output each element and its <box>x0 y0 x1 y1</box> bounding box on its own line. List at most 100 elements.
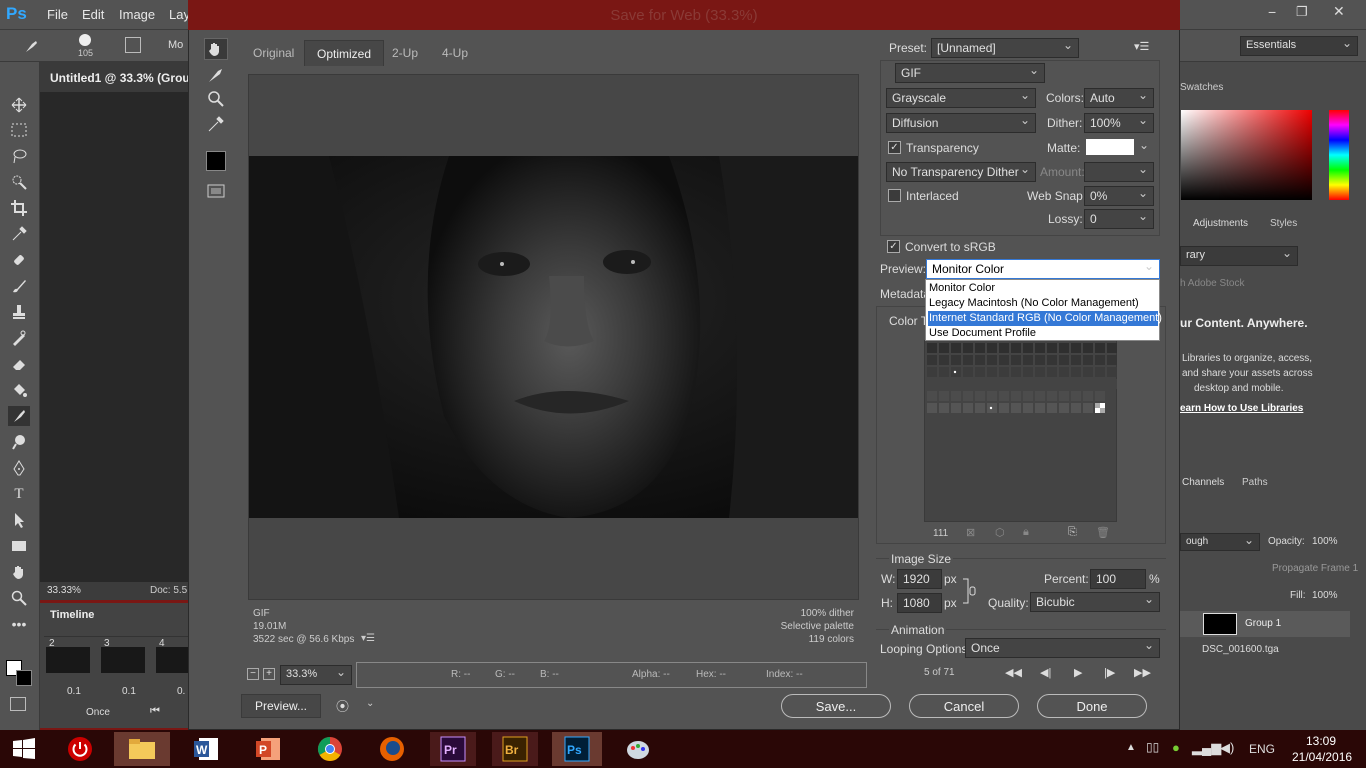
power-app-icon[interactable] <box>60 732 100 766</box>
dialog-hand-tool-icon[interactable] <box>204 38 228 60</box>
path-select-tool-icon[interactable] <box>8 510 30 530</box>
tray-network-icon[interactable]: ▂▄▆ <box>1192 740 1221 756</box>
adjustments-tab[interactable]: Adjustments <box>1193 218 1248 229</box>
crop-tool-icon[interactable] <box>8 198 30 218</box>
tray-security-icon[interactable]: ● <box>1172 740 1180 755</box>
quality-select[interactable]: Bicubic <box>1030 592 1160 612</box>
channels-tab[interactable]: Channels <box>1182 477 1224 488</box>
move-tool-icon[interactable] <box>8 95 30 115</box>
photoshop-taskbar-icon[interactable]: Ps <box>552 732 602 766</box>
first-frame-button-icon[interactable]: ◀◀ <box>1005 666 1022 679</box>
tab-optimized[interactable]: Optimized <box>304 40 385 66</box>
menu-layer[interactable]: Lay <box>169 7 190 22</box>
close-button[interactable]: ✕ <box>1333 3 1345 20</box>
healing-brush-tool-icon[interactable] <box>8 250 30 270</box>
bridge-icon[interactable]: Br <box>492 732 538 766</box>
play-button-icon[interactable]: ▶ <box>1074 666 1082 679</box>
tab-original[interactable]: Original <box>241 40 306 66</box>
brush-tool-icon[interactable] <box>8 276 30 296</box>
language-indicator[interactable]: ENG <box>1249 742 1275 756</box>
layer-name[interactable]: DSC_001600.tga <box>1202 644 1279 655</box>
blend-mode-select[interactable]: ough <box>1180 533 1260 551</box>
lock-color-icon[interactable]: 🔒︎ <box>1023 526 1029 539</box>
frame-delay[interactable]: 0.1 <box>122 686 136 697</box>
last-frame-button-icon[interactable]: ▶▶ <box>1134 666 1151 679</box>
slice-select-tool-icon[interactable] <box>206 66 226 84</box>
rectangle-tool-icon[interactable] <box>8 536 30 556</box>
matte-chevron-icon[interactable]: ⌄ <box>1139 138 1149 152</box>
matte-color-swatch[interactable] <box>1086 139 1134 155</box>
optimized-image-preview[interactable] <box>249 156 858 518</box>
layer-mask-thumbnail[interactable] <box>1203 613 1237 635</box>
zoom-level-select[interactable]: 33.3% <box>280 665 352 685</box>
preview-button[interactable]: Preview... <box>241 694 321 718</box>
option-use-document-profile[interactable]: Use Document Profile <box>928 326 1158 341</box>
brush-panel-icon[interactable] <box>125 37 141 53</box>
tray-chevron-icon[interactable]: ▲ <box>1126 742 1136 753</box>
dialog-eyedropper-tool-icon[interactable] <box>206 115 226 133</box>
frame-delay[interactable]: 0. <box>177 686 188 697</box>
shift-to-web-palette-icon[interactable]: ⬡ <box>995 526 1005 539</box>
percent-field[interactable]: 100 <box>1090 569 1146 589</box>
format-select[interactable]: GIF <box>895 63 1045 83</box>
new-color-icon[interactable]: ⎘ <box>1068 526 1077 539</box>
styles-tab[interactable]: Styles <box>1270 218 1297 229</box>
chrome-icon[interactable] <box>310 732 350 766</box>
preview-options-dropdown[interactable]: Monitor Color Legacy Macintosh (No Color… <box>925 279 1162 341</box>
option-monitor-color[interactable]: Monitor Color <box>928 281 1158 296</box>
delete-color-icon[interactable]: 🗑︎ <box>1096 526 1110 539</box>
color-table-grid[interactable] <box>924 340 1117 522</box>
powerpoint-icon[interactable]: P <box>248 732 288 766</box>
lasso-tool-icon[interactable] <box>8 146 30 166</box>
frame-thumbnail[interactable] <box>101 647 145 673</box>
layer-name[interactable]: Group 1 <box>1245 618 1281 629</box>
eyedropper-tool-icon[interactable] <box>8 224 30 244</box>
library-select[interactable]: rary <box>1180 246 1298 266</box>
restore-button[interactable]: ❐ <box>1296 4 1308 20</box>
workspace-select[interactable]: Essentials <box>1240 36 1358 56</box>
web-snap-select[interactable]: 0% <box>1084 186 1154 206</box>
menu-edit[interactable]: Edit <box>82 7 104 22</box>
paths-tab[interactable]: Paths <box>1242 477 1268 488</box>
background-color-swatch[interactable] <box>16 670 32 686</box>
browser-preview-icon[interactable]: ⦿ <box>336 696 360 716</box>
dither-algorithm-select[interactable]: Diffusion <box>886 113 1036 133</box>
width-field[interactable]: 1920 <box>897 569 942 589</box>
document-tab[interactable]: Untitled1 @ 33.3% (Group <box>40 62 190 92</box>
menu-file[interactable]: File <box>47 7 68 22</box>
preview-color-select[interactable]: Monitor Color <box>926 259 1160 279</box>
history-brush-tool-icon[interactable] <box>8 328 30 348</box>
previous-frame-button-icon[interactable]: ◀| <box>1040 666 1051 679</box>
colors-select[interactable]: Auto <box>1084 88 1154 108</box>
preset-select[interactable]: [Unnamed] <box>931 38 1079 58</box>
zoom-out-icon[interactable]: − <box>247 668 259 680</box>
clone-stamp-tool-icon[interactable] <box>8 302 30 322</box>
tab-2up[interactable]: 2-Up <box>380 40 430 66</box>
clock-time[interactable]: 13:09 <box>1306 734 1336 748</box>
brush-preview-icon[interactable] <box>79 34 91 46</box>
optimize-menu-icon[interactable]: ▾☰ <box>1134 40 1149 53</box>
library-learn-link[interactable]: earn How to Use Libraries <box>1180 403 1303 414</box>
eyedropper-color-swatch[interactable] <box>206 151 226 171</box>
hue-slider[interactable] <box>1329 110 1349 200</box>
document-zoom[interactable]: 33.33% <box>47 585 81 596</box>
constrain-proportions-icon[interactable] <box>962 578 976 604</box>
quick-mask-icon[interactable] <box>10 697 26 711</box>
pen-tool-icon[interactable] <box>8 458 30 478</box>
option-internet-standard-rgb[interactable]: Internet Standard RGB (No Color Manageme… <box>928 311 1162 326</box>
frame-delay[interactable]: 0.1 <box>67 686 81 697</box>
option-legacy-macintosh[interactable]: Legacy Macintosh (No Color Management) <box>928 296 1158 311</box>
map-to-web-icon[interactable]: ⊠ <box>966 526 975 539</box>
paint-bucket-tool-icon[interactable] <box>8 380 30 400</box>
dither-select[interactable]: 100% <box>1084 113 1154 133</box>
more-tools-icon[interactable]: ••• <box>8 614 30 634</box>
type-tool-icon[interactable]: T <box>8 484 30 504</box>
opacity-value[interactable]: 100% <box>1312 536 1338 547</box>
transparency-dither-select[interactable]: No Transparency Dither <box>886 162 1036 182</box>
premiere-icon[interactable]: Pr <box>430 732 476 766</box>
minimize-button[interactable]: − <box>1268 4 1276 20</box>
zoom-tool-icon[interactable] <box>8 588 30 608</box>
tab-4up[interactable]: 4-Up <box>430 40 480 66</box>
smudge-tool-icon[interactable] <box>22 38 40 54</box>
color-picker-field[interactable] <box>1181 110 1312 200</box>
